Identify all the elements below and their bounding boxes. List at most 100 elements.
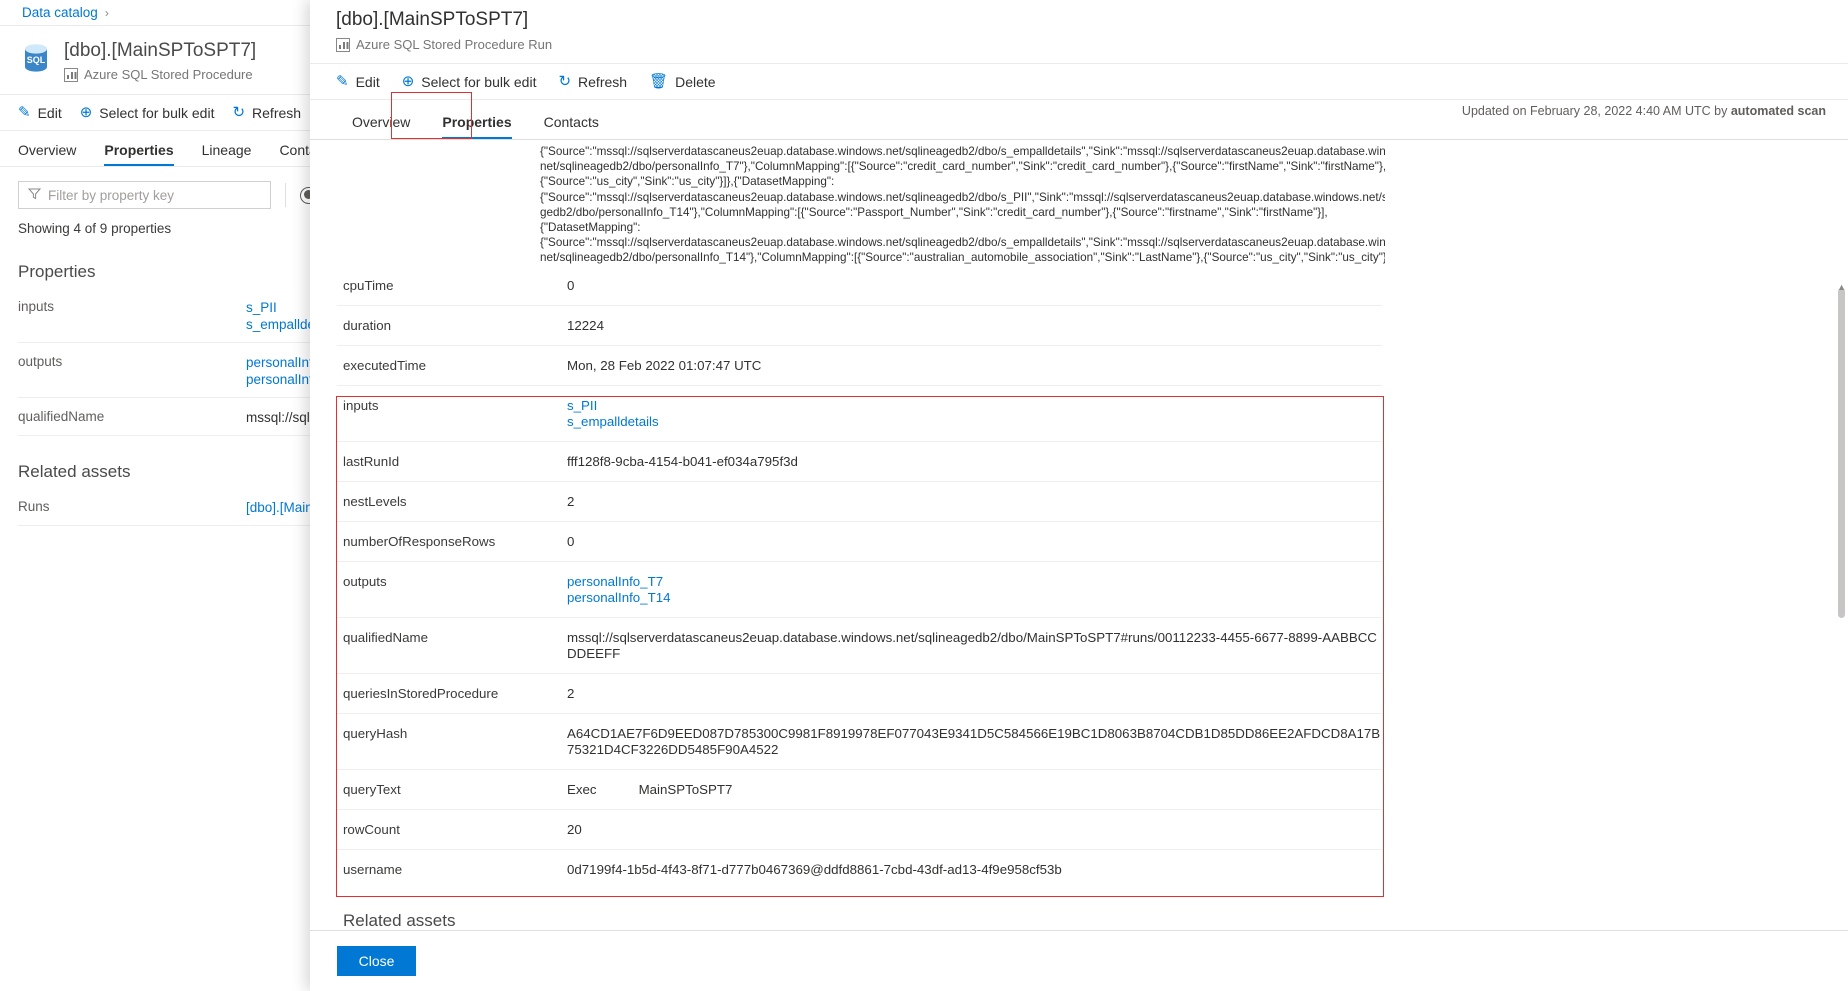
property-value: personalInfo_T7 personalInfo_T14	[567, 574, 671, 606]
tab-lineage[interactable]: Lineage	[202, 142, 252, 166]
asset-detail-panel: [dbo].[MainSPToSPT7] Azure SQL Stored Pr…	[310, 0, 1848, 991]
property-value: 2	[567, 494, 574, 510]
property-key: lastRunId	[337, 454, 567, 470]
pencil-icon: ✎	[18, 105, 31, 120]
link-s-pii[interactable]: s_PII	[567, 398, 659, 414]
property-value: fff128f8-9cba-4154-b041-ef034a795f3d	[567, 454, 798, 470]
property-key: outputs	[337, 574, 567, 606]
table-row: outputs personalInfo_T7 personalInfo_T14	[337, 562, 1382, 618]
property-key: duration	[337, 318, 567, 334]
filter-input-placeholder: Filter by property key	[48, 188, 174, 203]
property-value: Exec MainSPToSPT7	[567, 782, 732, 798]
link-personalinfo-t14[interactable]: personalInfo_T14	[567, 590, 671, 606]
edit-button-label: Edit	[38, 105, 62, 121]
page-title: [dbo].[MainSPToSPT7]	[64, 40, 256, 62]
updated-on-text: Updated on February 28, 2022 4:40 AM UTC…	[1462, 104, 1731, 118]
property-key: inputs	[337, 398, 567, 430]
tab-properties[interactable]: Properties	[104, 142, 173, 166]
property-value: 0d7199f4-1b5d-4f43-8f71-d777b0467369@ddf…	[567, 862, 1062, 878]
property-value: 12224	[567, 318, 604, 334]
panel-edit-label: Edit	[356, 74, 380, 90]
property-key: cpuTime	[337, 278, 567, 294]
table-row: queryHash A64CD1AE7F6D9EED087D785300C998…	[337, 714, 1382, 770]
edit-button[interactable]: ✎ Edit	[18, 105, 62, 121]
breadcrumb-item-data-catalog[interactable]: Data catalog	[22, 5, 98, 20]
asset-type-icon	[336, 38, 350, 52]
scroll-up-arrow-icon[interactable]: ▲	[1837, 282, 1846, 292]
link-s-empalldetails[interactable]: s_empalldetails	[567, 414, 659, 430]
chevron-right-icon: ›	[105, 6, 109, 20]
property-key: rowCount	[337, 822, 567, 838]
panel-edit-button[interactable]: ✎ Edit	[336, 74, 380, 90]
plus-circle-icon: ⊕	[402, 74, 415, 89]
json-line: net/sqlineagedb2/dbo/personalInfo_T14"},…	[540, 250, 1385, 265]
related-key: Runs	[18, 499, 246, 516]
panel-tab-contacts[interactable]: Contacts	[528, 114, 615, 139]
asset-type-row: Azure SQL Stored Procedure	[64, 67, 256, 82]
lineage-json-text: {"Source":"mssql://sqlserverdatascaneus2…	[310, 140, 1385, 266]
panel-select-for-bulk-edit-button[interactable]: ⊕ Select for bulk edit	[402, 74, 537, 90]
panel-header: [dbo].[MainSPToSPT7] Azure SQL Stored Pr…	[310, 0, 1848, 63]
updated-on-note: Updated on February 28, 2022 4:40 AM UTC…	[1462, 104, 1826, 118]
property-value: s_PII s_empalldetails	[567, 398, 659, 430]
filter-input[interactable]: Filter by property key	[18, 181, 271, 209]
panel-delete-label: Delete	[675, 74, 715, 90]
asset-type-icon	[64, 68, 78, 82]
table-row: numberOfResponseRows 0	[337, 522, 1382, 562]
query-text-target: MainSPToSPT7	[639, 782, 733, 798]
panel-delete-button[interactable]: 🗑 Delete	[649, 74, 716, 90]
select-for-bulk-edit-button[interactable]: ⊕ Select for bulk edit	[80, 105, 215, 121]
json-line: {"DatasetMapping":	[540, 220, 1385, 235]
property-key: inputs	[18, 299, 246, 333]
property-key: executedTime	[337, 358, 567, 374]
panel-command-bar: ✎ Edit ⊕ Select for bulk edit ↻ Refresh …	[310, 63, 1848, 100]
query-text-verb: Exec	[567, 782, 597, 798]
property-value: 20	[567, 822, 582, 838]
table-row: queriesInStoredProcedure 2	[337, 674, 1382, 714]
panel-select-for-bulk-edit-label: Select for bulk edit	[421, 74, 536, 90]
panel-body: {"Source":"mssql://sqlserverdatascaneus2…	[310, 140, 1848, 930]
json-line: {"Source":"mssql://sqlserverdatascaneus2…	[540, 144, 1385, 159]
property-key: queryText	[337, 782, 567, 798]
table-row: qualifiedName mssql://sqlserverdatascane…	[337, 618, 1382, 674]
table-row: inputs s_PII s_empalldetails	[337, 386, 1382, 442]
property-key: outputs	[18, 354, 246, 388]
property-key: queriesInStoredProcedure	[337, 686, 567, 702]
panel-asset-type-label: Azure SQL Stored Procedure Run	[356, 37, 552, 52]
json-line: {"Source":"mssql://sqlserverdatascaneus2…	[540, 190, 1385, 205]
svg-text:SQL: SQL	[27, 55, 46, 65]
json-line: {"Source":"us_city","Sink":"us_city"}]},…	[540, 174, 1385, 189]
panel-refresh-button[interactable]: ↻ Refresh	[558, 74, 627, 90]
panel-tab-properties[interactable]: Properties	[426, 114, 527, 139]
refresh-button-label: Refresh	[252, 105, 301, 121]
filter-icon	[28, 187, 41, 203]
scrollbar-thumb[interactable]	[1838, 288, 1845, 618]
table-row: cpuTime 0	[337, 266, 1382, 306]
close-button[interactable]: Close	[337, 946, 416, 976]
panel-related-assets-heading: Related assets	[343, 911, 1382, 930]
updated-by-user: automated scan	[1731, 104, 1826, 118]
panel-footer: Close	[310, 930, 1848, 991]
json-line: gedb2/dbo/personalInfo_T14"},"ColumnMapp…	[540, 205, 1385, 220]
json-line: {"Source":"mssql://sqlserverdatascaneus2…	[540, 235, 1385, 250]
tab-overview[interactable]: Overview	[18, 142, 76, 166]
property-value: 2	[567, 686, 574, 702]
panel-tab-overview[interactable]: Overview	[336, 114, 426, 139]
table-row: rowCount 20	[337, 810, 1382, 850]
property-key: queryHash	[337, 726, 567, 758]
property-key: nestLevels	[337, 494, 567, 510]
pencil-icon: ✎	[336, 74, 349, 89]
select-for-bulk-edit-label: Select for bulk edit	[99, 105, 214, 121]
plus-circle-icon: ⊕	[80, 105, 93, 120]
panel-refresh-label: Refresh	[578, 74, 627, 90]
table-row: executedTime Mon, 28 Feb 2022 01:07:47 U…	[337, 346, 1382, 386]
asset-type-label: Azure SQL Stored Procedure	[84, 67, 253, 82]
refresh-icon: ↻	[232, 105, 245, 120]
divider	[285, 183, 286, 207]
panel-asset-type-row: Azure SQL Stored Procedure Run	[336, 37, 1848, 52]
property-value: 0	[567, 278, 574, 294]
link-personalinfo-t7[interactable]: personalInfo_T7	[567, 574, 671, 590]
property-value: 0	[567, 534, 574, 550]
panel-scrollbar[interactable]	[1837, 288, 1846, 928]
refresh-button[interactable]: ↻ Refresh	[232, 105, 301, 121]
